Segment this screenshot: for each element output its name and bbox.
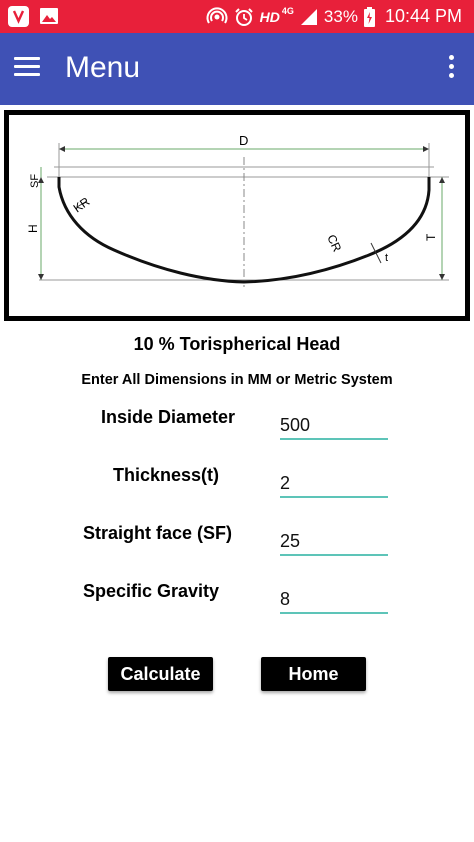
calculate-button[interactable]: Calculate [108, 657, 213, 691]
instruction-text: Enter All Dimensions in MM or Metric Sys… [81, 372, 393, 388]
image-notification-icon [39, 6, 59, 31]
overflow-menu-icon[interactable] [446, 55, 456, 83]
network-type: 4G [281, 5, 294, 16]
label-d: D [239, 133, 248, 148]
home-button[interactable]: Home [261, 657, 366, 691]
status-bar: HD 4G 33% 10:44 PM [0, 0, 474, 33]
hotspot-icon [206, 6, 228, 24]
hd-indicator: HD [259, 8, 280, 25]
inside-diameter-input[interactable] [280, 408, 388, 440]
app-notification-icon [8, 6, 29, 27]
battery-charging-icon [363, 6, 375, 27]
battery-percent: 33% [323, 6, 358, 26]
label-t-total: T [424, 233, 438, 241]
label-h: H [26, 224, 40, 233]
torispherical-head-diagram: D SF H T KR CR t [4, 110, 470, 321]
label-cr: CR [324, 232, 344, 254]
label-kr: KR [71, 194, 93, 215]
page-title: 10 % Torispherical Head [133, 334, 341, 354]
hamburger-menu-icon[interactable] [14, 57, 40, 79]
app-bar-title: Menu [65, 51, 141, 84]
thickness-input[interactable] [280, 466, 388, 498]
app-bar: Menu [0, 33, 474, 105]
alarm-icon [234, 7, 253, 26]
specific-gravity-input[interactable] [280, 582, 388, 614]
straight-face-label: Straight face (SF) [83, 523, 233, 543]
inside-diameter-label: Inside Diameter [101, 407, 236, 427]
thickness-label: Thickness(t) [113, 465, 220, 485]
signal-icon [300, 8, 317, 25]
clock: 10:44 PM [384, 6, 462, 26]
straight-face-input[interactable] [280, 524, 388, 556]
specific-gravity-label: Specific Gravity [83, 581, 220, 601]
label-t: t [385, 252, 388, 264]
